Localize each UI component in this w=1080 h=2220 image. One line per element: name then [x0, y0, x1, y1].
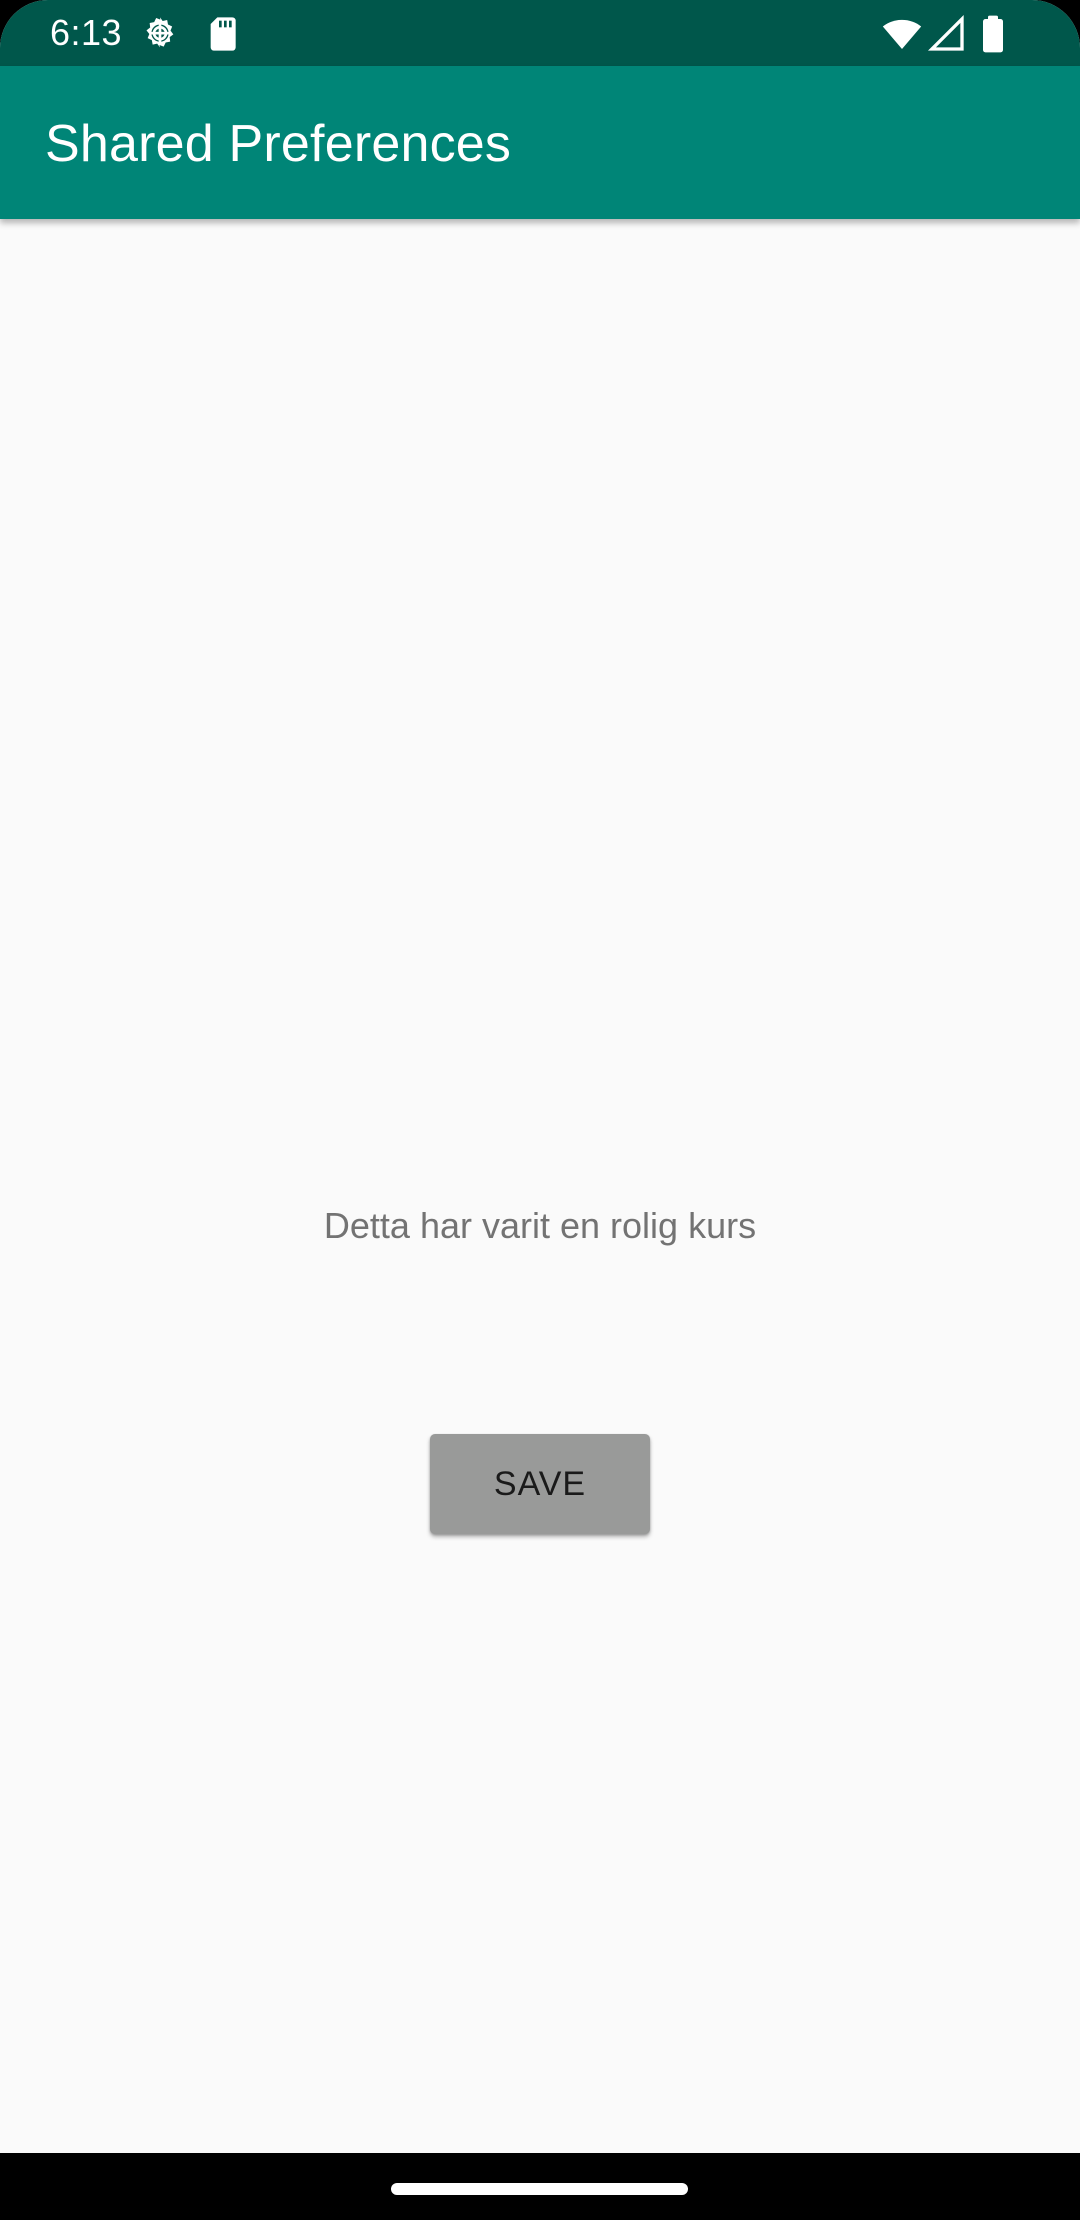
settings-gear-icon: [140, 14, 180, 54]
status-time: 6:13: [50, 12, 123, 53]
home-gesture-handle[interactable]: [391, 2183, 688, 2195]
battery-icon: [977, 14, 1009, 54]
status-bar: 6:13: [0, 0, 1080, 66]
navigation-bar: [0, 2153, 1080, 2220]
wifi-icon: [880, 14, 924, 54]
app-title: Shared Preferences: [45, 115, 512, 173]
main-content: Detta har varit en rolig kurs: [0, 219, 1080, 2153]
sd-card-icon: [204, 14, 244, 54]
message-text: Detta har varit en rolig kurs: [323, 1205, 757, 1246]
app-screen: 6:13 Shared Preferences Detta har varit …: [0, 0, 1080, 2220]
cell-signal-icon: [926, 14, 968, 54]
app-bar: Shared Preferences: [0, 66, 1080, 219]
save-button[interactable]: SAVE: [430, 1434, 650, 1534]
